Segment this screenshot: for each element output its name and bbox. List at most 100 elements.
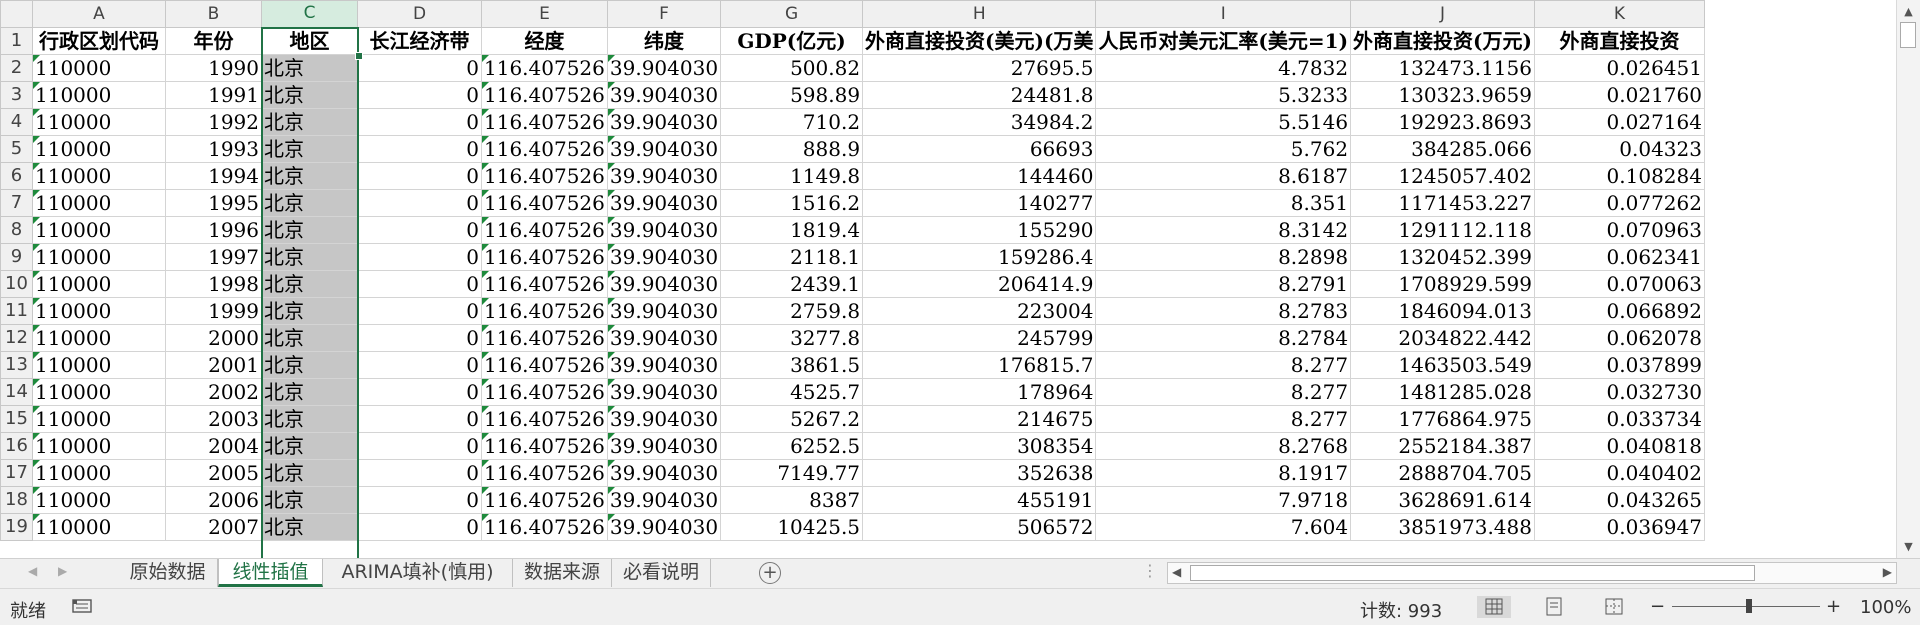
table-cell[interactable]: 北京 — [261, 108, 358, 136]
column-header-G[interactable]: G — [720, 0, 864, 28]
table-cell[interactable]: 176815.7 — [862, 351, 1097, 379]
table-cell[interactable]: 5.5146 — [1095, 108, 1352, 136]
table-cell[interactable]: 0.066892 — [1533, 297, 1705, 325]
table-cell[interactable]: 116.407526 — [481, 297, 608, 325]
table-cell[interactable]: 0 — [357, 513, 482, 541]
table-cell[interactable]: 8.277 — [1095, 351, 1352, 379]
table-cell[interactable]: 27695.5 — [862, 54, 1097, 82]
sheet-table[interactable]: A B C D E F G H I J K 1 行政区划代码 年份 地区 长江经济带 经度 纬度 GDP(亿元) 外商… — [0, 0, 1705, 541]
table-cell[interactable]: 39.904030 — [606, 486, 722, 514]
table-cell[interactable]: 888.9 — [720, 135, 864, 163]
zoom-in-button[interactable]: + — [1826, 596, 1841, 617]
table-cell[interactable]: 223004 — [862, 297, 1097, 325]
table-cell[interactable]: 1463503.549 — [1350, 351, 1535, 379]
row-header[interactable]: 10 — [0, 270, 33, 298]
table-cell[interactable]: 1149.8 — [720, 162, 864, 190]
row-header[interactable]: 3 — [0, 81, 33, 109]
scroll-down-arrow-icon[interactable]: ▼ — [1897, 535, 1920, 557]
table-cell[interactable]: 130323.9659 — [1350, 81, 1535, 109]
row-header[interactable]: 6 — [0, 162, 33, 190]
table-cell[interactable]: 110000 — [32, 243, 166, 271]
column-header-K[interactable]: K — [1533, 0, 1705, 28]
table-cell[interactable]: 1320452.399 — [1350, 243, 1535, 271]
table-cell[interactable]: 110000 — [32, 270, 166, 298]
horizontal-scrollbar[interactable]: ◀ ▶ — [1167, 562, 1897, 584]
table-cell[interactable]: 110000 — [32, 162, 166, 190]
column-header-I[interactable]: I — [1095, 0, 1352, 28]
table-cell[interactable]: 116.407526 — [481, 54, 608, 82]
table-cell[interactable]: 北京 — [261, 81, 358, 109]
row-header[interactable]: 19 — [0, 513, 33, 541]
table-cell[interactable]: 39.904030 — [606, 405, 722, 433]
sheet-tab[interactable]: 数据来源 — [513, 559, 612, 587]
table-cell[interactable]: 10425.5 — [720, 513, 864, 541]
table-cell[interactable]: 245799 — [862, 324, 1097, 352]
table-cell[interactable]: 8.2784 — [1095, 324, 1352, 352]
table-cell[interactable]: 0 — [357, 108, 482, 136]
table-cell[interactable]: 155290 — [862, 216, 1097, 244]
table-cell[interactable]: 110000 — [32, 108, 166, 136]
table-cell[interactable]: 110000 — [32, 54, 166, 82]
table-cell[interactable]: 0 — [357, 297, 482, 325]
table-cell[interactable]: 8.3142 — [1095, 216, 1352, 244]
table-cell[interactable]: 0 — [357, 81, 482, 109]
header-cell[interactable]: 人民币对美元汇率(美元=1) — [1095, 27, 1352, 55]
table-cell[interactable]: 110000 — [32, 189, 166, 217]
table-cell[interactable]: 北京 — [261, 432, 358, 460]
zoom-knob[interactable] — [1746, 599, 1752, 613]
table-cell[interactable]: 北京 — [261, 324, 358, 352]
table-cell[interactable]: 1998 — [165, 270, 262, 298]
table-cell[interactable]: 178964 — [862, 378, 1097, 406]
column-header-H[interactable]: H — [862, 0, 1097, 28]
table-cell[interactable]: 384285.066 — [1350, 135, 1535, 163]
table-cell[interactable]: 110000 — [32, 351, 166, 379]
header-cell[interactable]: 外商直接投资(美元)(万美 — [862, 27, 1097, 55]
row-header[interactable]: 1 — [0, 27, 33, 55]
table-cell[interactable]: 0.043265 — [1533, 486, 1705, 514]
header-cell[interactable]: 纬度 — [606, 27, 722, 55]
table-cell[interactable]: 0.108284 — [1533, 162, 1705, 190]
table-cell[interactable]: 0.026451 — [1533, 54, 1705, 82]
table-cell[interactable]: 39.904030 — [606, 108, 722, 136]
table-cell[interactable]: 116.407526 — [481, 270, 608, 298]
table-cell[interactable]: 北京 — [261, 459, 358, 487]
fill-handle[interactable] — [354, 51, 363, 60]
table-cell[interactable]: 39.904030 — [606, 378, 722, 406]
table-cell[interactable]: 39.904030 — [606, 297, 722, 325]
table-cell[interactable]: 0 — [357, 351, 482, 379]
table-cell[interactable]: 0.040402 — [1533, 459, 1705, 487]
table-cell[interactable]: 110000 — [32, 378, 166, 406]
table-cell[interactable]: 39.904030 — [606, 162, 722, 190]
table-cell[interactable]: 北京 — [261, 297, 358, 325]
table-cell[interactable]: 500.82 — [720, 54, 864, 82]
table-cell[interactable]: 0.04323 — [1533, 135, 1705, 163]
row-header[interactable]: 11 — [0, 297, 33, 325]
table-cell[interactable]: 39.904030 — [606, 270, 722, 298]
table-cell[interactable]: 1291112.118 — [1350, 216, 1535, 244]
table-cell[interactable]: 159286.4 — [862, 243, 1097, 271]
table-cell[interactable]: 2001 — [165, 351, 262, 379]
table-cell[interactable]: 110000 — [32, 432, 166, 460]
zoom-out-button[interactable]: − — [1650, 596, 1665, 617]
table-cell[interactable]: 0 — [357, 324, 482, 352]
row-header[interactable]: 8 — [0, 216, 33, 244]
table-cell[interactable]: 北京 — [261, 351, 358, 379]
table-cell[interactable]: 116.407526 — [481, 135, 608, 163]
select-all-corner[interactable] — [0, 0, 33, 28]
row-header[interactable]: 5 — [0, 135, 33, 163]
table-cell[interactable]: 1171453.227 — [1350, 189, 1535, 217]
table-cell[interactable]: 144460 — [862, 162, 1097, 190]
table-cell[interactable]: 110000 — [32, 297, 166, 325]
table-cell[interactable]: 110000 — [32, 459, 166, 487]
table-cell[interactable]: 116.407526 — [481, 459, 608, 487]
horizontal-scroll-thumb[interactable] — [1190, 565, 1755, 581]
table-cell[interactable]: 39.904030 — [606, 135, 722, 163]
table-cell[interactable]: 1999 — [165, 297, 262, 325]
table-cell[interactable]: 39.904030 — [606, 459, 722, 487]
table-cell[interactable]: 0 — [357, 378, 482, 406]
table-cell[interactable]: 2007 — [165, 513, 262, 541]
table-cell[interactable]: 2002 — [165, 378, 262, 406]
vertical-scrollbar[interactable]: ▲ ▼ — [1896, 0, 1920, 558]
sheet-tab[interactable]: 必看说明 — [612, 559, 711, 587]
table-cell[interactable]: 0.021760 — [1533, 81, 1705, 109]
